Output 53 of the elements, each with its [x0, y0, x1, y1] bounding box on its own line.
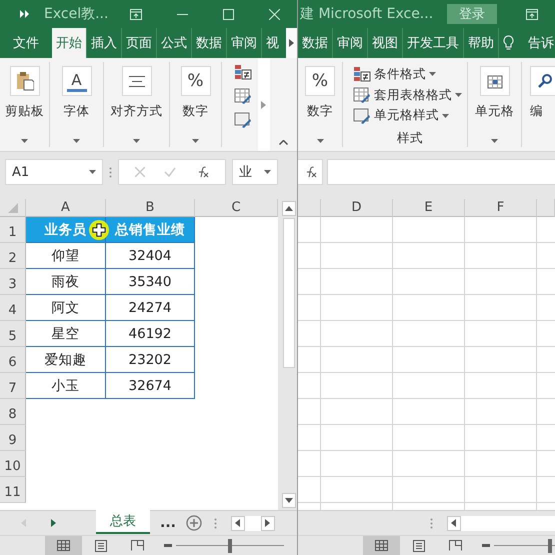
row-header[interactable]: 2 [0, 243, 26, 269]
table-cell[interactable]: 小玉 [26, 373, 106, 399]
group-label: 数字 [182, 103, 208, 120]
group-label: 字体 [64, 103, 90, 120]
style-command[interactable]: 条件格式 [353, 64, 436, 85]
style-command[interactable]: 单元格样式 [353, 105, 449, 126]
ribbon-tab[interactable]: 文件 [0, 28, 52, 58]
number-format-button[interactable]: % [305, 66, 335, 96]
row-header[interactable]: 10 [0, 451, 26, 477]
group-label: 编 [530, 103, 543, 120]
row-header[interactable]: 5 [0, 321, 26, 347]
ribbon-tab[interactable]: 数据 [298, 28, 332, 58]
window-title: Excel教... [44, 5, 108, 23]
table-cell[interactable]: 雨夜 [26, 269, 106, 295]
column-header[interactable]: D [321, 199, 393, 217]
sheet-tab[interactable]: 总表 [96, 510, 150, 534]
column-header[interactable]: A [26, 199, 106, 217]
more-sheets[interactable]: ... [160, 515, 176, 531]
table-cell[interactable]: 星空 [26, 321, 106, 347]
table-cell[interactable]: 35340 [106, 269, 195, 295]
row-header[interactable]: 11 [0, 477, 26, 503]
tell-me-field[interactable]: 告诉 [518, 28, 555, 58]
table-cell[interactable]: 24274 [106, 295, 195, 321]
table-cell[interactable]: 32674 [106, 373, 195, 399]
table-cell[interactable]: 46192 [106, 321, 195, 347]
column-header[interactable]: C [195, 199, 278, 217]
row-header[interactable]: 6 [0, 347, 26, 373]
row-header[interactable]: 3 [0, 269, 26, 295]
row-header[interactable]: 1 [0, 217, 26, 243]
column-header[interactable]: B [106, 199, 195, 217]
number-format-button[interactable]: % [180, 66, 210, 96]
font-button[interactable]: A [62, 66, 92, 96]
column-header[interactable]: F [465, 199, 537, 217]
table-cell[interactable]: 32404 [106, 243, 195, 269]
ribbon-tab[interactable]: 开始 [52, 28, 86, 58]
group-label: 对齐方式 [110, 103, 162, 120]
style-command[interactable]: 套用表格格式 [353, 84, 462, 106]
table-cell[interactable]: 23202 [106, 347, 195, 373]
group-label: 剪贴板 [5, 103, 44, 120]
column-header[interactable]: E [393, 199, 465, 217]
formula-field[interactable]: 业 [232, 159, 278, 185]
table-cell[interactable]: 阿文 [26, 295, 106, 321]
row-header[interactable]: 4 [0, 295, 26, 321]
table-cell[interactable]: 仰望 [26, 243, 106, 269]
table-cell[interactable]: 爱知趣 [26, 347, 106, 373]
row-header[interactable]: 9 [0, 425, 26, 451]
name-box[interactable]: A1 [5, 159, 103, 185]
row-header[interactable]: 7 [0, 373, 26, 399]
row-header[interactable]: 8 [0, 399, 26, 425]
window-title: 建 Microsoft Exce... [300, 5, 434, 23]
group-label: 单元格 [475, 103, 514, 120]
group-label: 样式 [397, 130, 423, 148]
group-label: 数字 [307, 103, 333, 120]
